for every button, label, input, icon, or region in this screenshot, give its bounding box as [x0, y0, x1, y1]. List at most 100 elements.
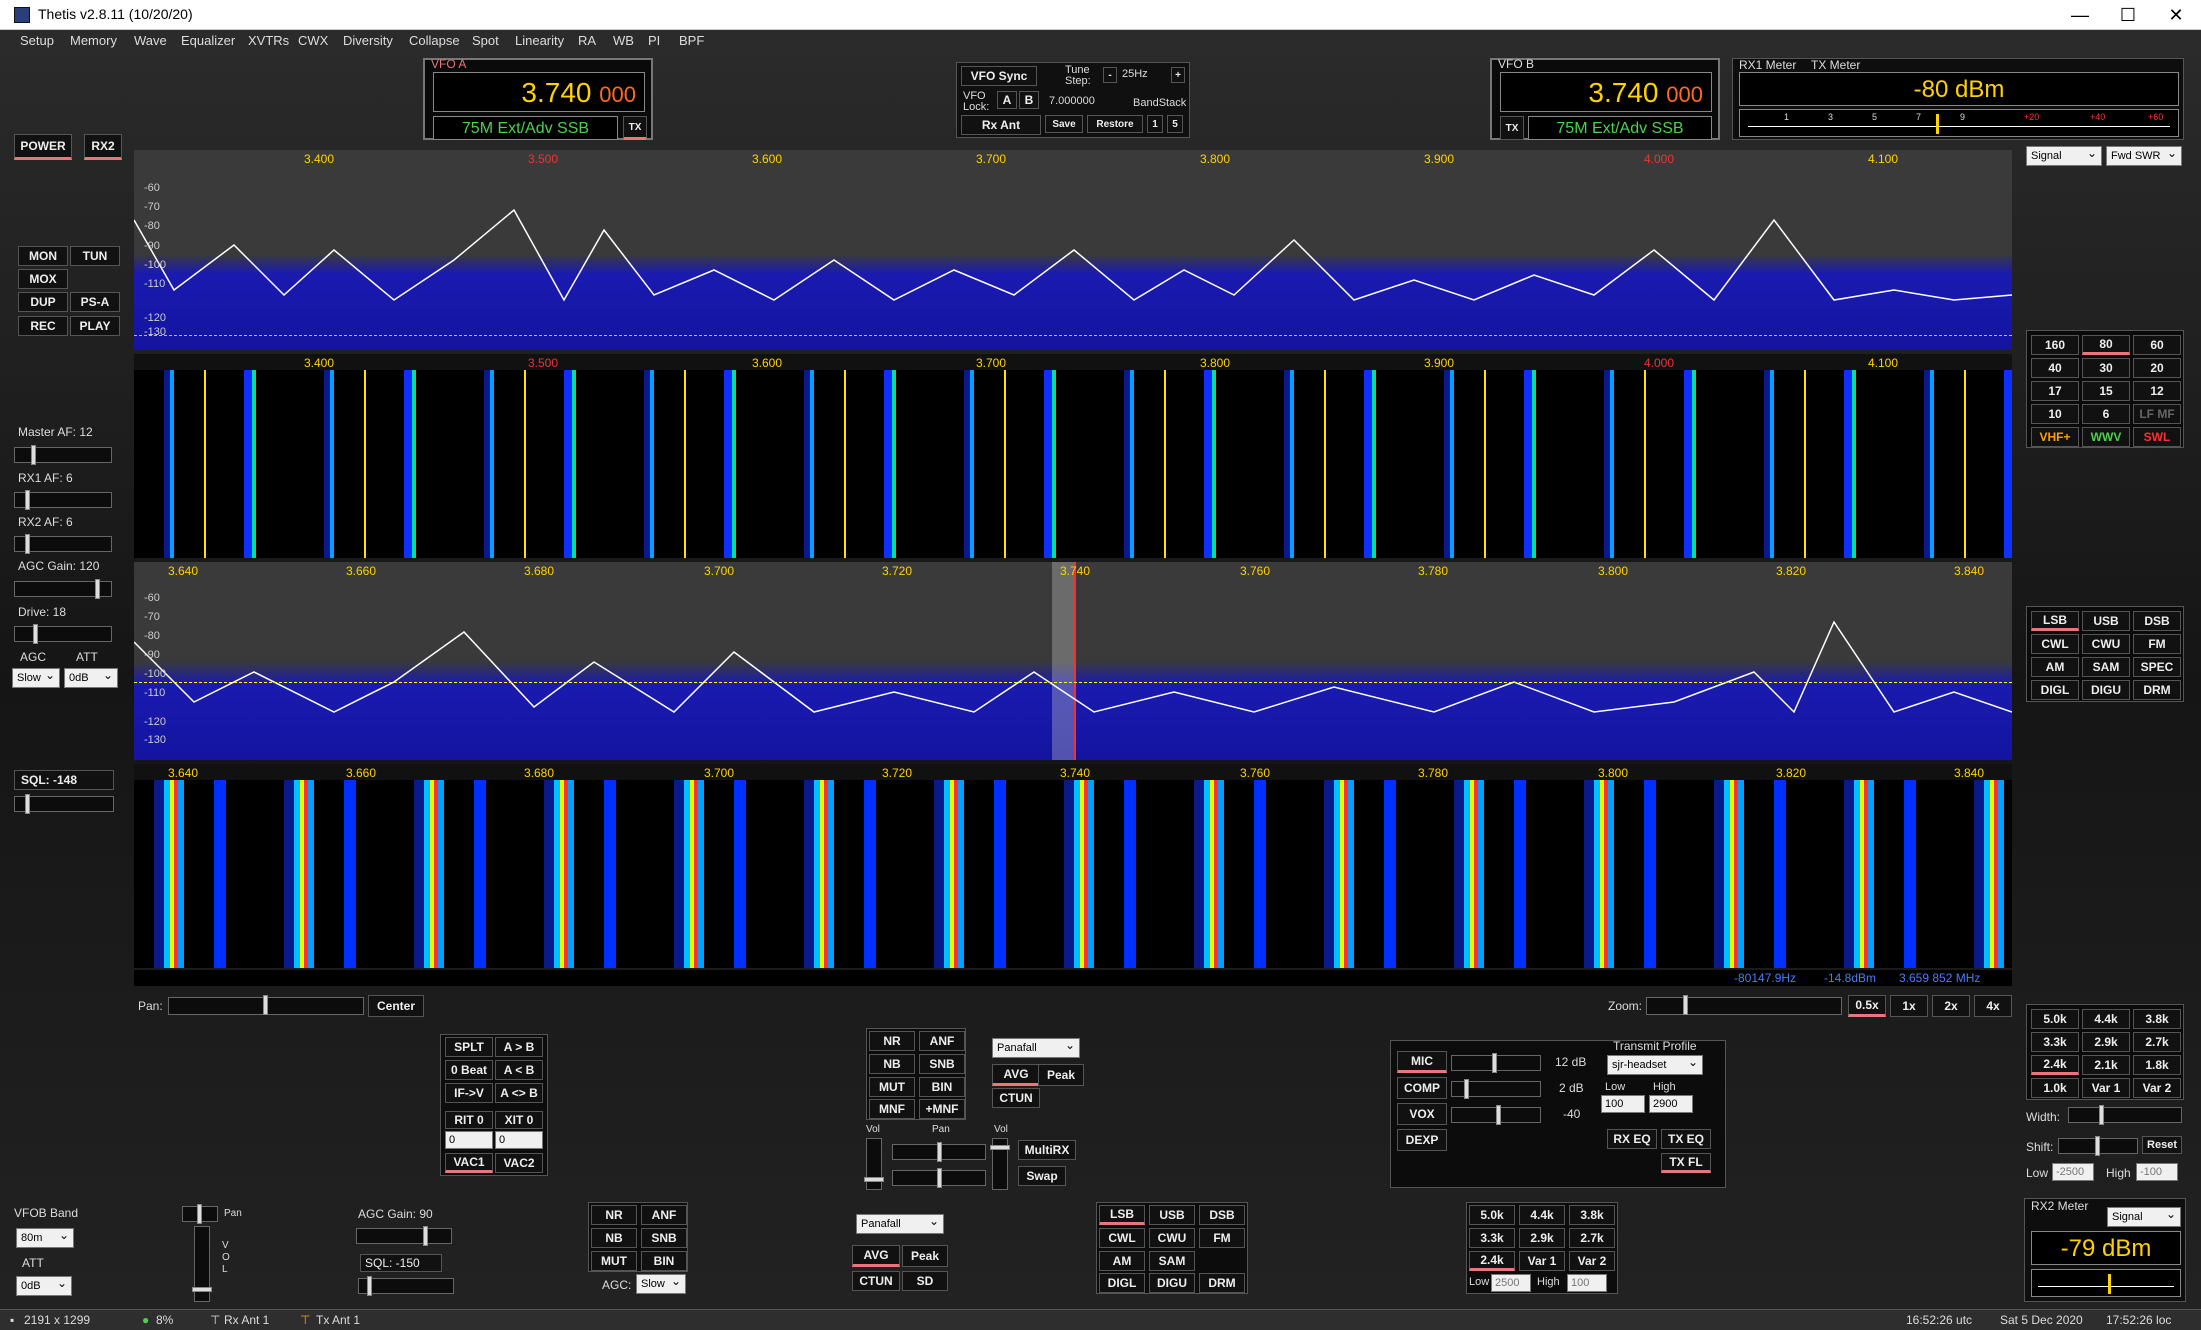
zoom-4x-button[interactable]: 4x — [1974, 995, 2012, 1017]
rx2-peak-button[interactable]: Peak — [902, 1245, 948, 1267]
rx2-vol-slider[interactable] — [192, 1226, 212, 1302]
rx2-low-spin[interactable]: 2500 — [1491, 1274, 1531, 1292]
comp-slider[interactable] — [1451, 1079, 1541, 1099]
if-to-v-button[interactable]: IF->V — [445, 1083, 493, 1103]
tune-step-minus[interactable]: - — [1103, 67, 1117, 83]
dexp-button[interactable]: DEXP — [1397, 1129, 1447, 1151]
menu-wave[interactable]: Wave — [134, 33, 167, 48]
filter-2-4k[interactable]: 2.4k — [2031, 1055, 2079, 1075]
rx1-peak-button[interactable]: Peak — [1038, 1064, 1084, 1086]
rx1-mnf-button[interactable]: MNF — [869, 1099, 915, 1119]
filter-2-7k[interactable]: 2.7k — [2133, 1032, 2181, 1052]
rx2-mode-dsb[interactable]: DSB — [1199, 1205, 1245, 1225]
filter-var2[interactable]: Var 2 — [2133, 1078, 2181, 1098]
rx2-nb-button[interactable]: NB — [591, 1228, 637, 1248]
rx1-nr-button[interactable]: NR — [869, 1031, 915, 1051]
band-20[interactable]: 20 — [2133, 358, 2181, 378]
rx2-att-select[interactable]: 0dB — [16, 1274, 72, 1296]
rec-button[interactable]: REC — [18, 316, 68, 336]
mode-cwl[interactable]: CWL — [2031, 634, 2079, 654]
mode-lsb[interactable]: LSB — [2031, 611, 2079, 631]
rx1-avg-button[interactable]: AVG — [992, 1064, 1040, 1086]
rx2-waterfall[interactable] — [134, 764, 2012, 968]
xit-button[interactable]: XIT 0 — [495, 1111, 543, 1129]
rx2-display-mode-select[interactable]: Panafall — [856, 1212, 944, 1234]
rx2-button[interactable]: RX2 — [84, 134, 122, 160]
swap-button[interactable]: Swap — [1018, 1166, 1066, 1186]
rx2-bin-button[interactable]: BIN — [641, 1251, 687, 1271]
rx2-mode-drm[interactable]: DRM — [1199, 1273, 1245, 1293]
rx1-display-mode-select[interactable]: Panafall — [992, 1036, 1080, 1058]
rx2-mode-digl[interactable]: DIGL — [1099, 1273, 1145, 1293]
rx2-filter-3-8k[interactable]: 3.8k — [1569, 1205, 1615, 1225]
rx2-avg-button[interactable]: AVG — [852, 1245, 900, 1267]
menu-collapse[interactable]: Collapse — [409, 33, 460, 48]
bandstack-1[interactable]: 1 — [1147, 115, 1163, 133]
rx2-mode-digu[interactable]: DIGU — [1149, 1273, 1195, 1293]
dup-button[interactable]: DUP — [18, 292, 68, 312]
width-high-spin[interactable]: -100 — [2136, 1163, 2178, 1181]
rx1-bin-button[interactable]: BIN — [919, 1077, 965, 1097]
rx-eq-button[interactable]: RX EQ — [1607, 1129, 1657, 1149]
mic-gain-slider[interactable] — [1451, 1053, 1541, 1073]
rx2-nr-button[interactable]: NR — [591, 1205, 637, 1225]
rx2-high-spin[interactable]: 100 — [1567, 1274, 1607, 1292]
vox-button[interactable]: VOX — [1397, 1103, 1447, 1125]
rx2-mut-button[interactable]: MUT — [591, 1251, 637, 1271]
vac2-button[interactable]: VAC2 — [495, 1153, 543, 1173]
rx2-mode-lsb[interactable]: LSB — [1099, 1205, 1145, 1225]
filter-var1[interactable]: Var 1 — [2082, 1078, 2130, 1098]
band-6[interactable]: 6 — [2082, 404, 2130, 424]
rx1-snb-button[interactable]: SNB — [919, 1054, 965, 1074]
menu-ra[interactable]: RA — [578, 33, 596, 48]
tx-fl-button[interactable]: TX FL — [1661, 1153, 1711, 1173]
multirx-button[interactable]: MultiRX — [1018, 1140, 1076, 1160]
bandstack-save-button[interactable]: Save — [1045, 115, 1083, 133]
menu-memory[interactable]: Memory — [70, 33, 117, 48]
rx1-panadapter[interactable] — [134, 150, 2012, 350]
rx2-sd-button[interactable]: SD — [902, 1271, 948, 1291]
split-button[interactable]: SPLT — [445, 1037, 493, 1057]
rx2-snb-button[interactable]: SNB — [641, 1228, 687, 1248]
a-swap-b-button[interactable]: A <> B — [495, 1083, 543, 1103]
vfo-b-tx-button[interactable]: TX — [1500, 116, 1524, 140]
rx2-filter-4-4k[interactable]: 4.4k — [1519, 1205, 1565, 1225]
rx1-ctun-button[interactable]: CTUN — [992, 1088, 1040, 1108]
mode-am[interactable]: AM — [2031, 657, 2079, 677]
xit-value[interactable]: 0 — [495, 1131, 543, 1149]
status-tx-ant[interactable]: Tx Ant 1 — [316, 1313, 360, 1327]
rx2-filter-var2[interactable]: Var 2 — [1569, 1251, 1615, 1271]
status-rx-ant[interactable]: Rx Ant 1 — [224, 1313, 269, 1327]
rx2-panadapter[interactable] — [134, 562, 2012, 760]
tx-eq-button[interactable]: TX EQ — [1661, 1129, 1711, 1149]
menu-cwx[interactable]: CWX — [298, 33, 328, 48]
band-vhf[interactable]: VHF+ — [2031, 427, 2079, 447]
tx-high-spin[interactable]: 2900 — [1649, 1095, 1693, 1113]
center-button[interactable]: Center — [368, 995, 424, 1017]
agc-mode-select[interactable]: Slow — [12, 666, 60, 688]
mode-sam[interactable]: SAM — [2082, 657, 2130, 677]
mox-button[interactable]: MOX — [18, 269, 68, 289]
vfo-a-tx-button[interactable]: TX — [623, 116, 647, 140]
play-button[interactable]: PLAY — [70, 316, 120, 336]
rx2-filter-2-9k[interactable]: 2.9k — [1519, 1228, 1565, 1248]
band-160[interactable]: 160 — [2031, 335, 2079, 355]
b-to-a-button[interactable]: A < B — [495, 1060, 543, 1080]
band-60[interactable]: 60 — [2133, 335, 2181, 355]
tun-button[interactable]: TUN — [70, 246, 120, 266]
agc-gain-slider[interactable] — [14, 579, 112, 599]
ps-a-button[interactable]: PS-A — [70, 292, 120, 312]
band-17[interactable]: 17 — [2031, 381, 2079, 401]
rx1-meter-select[interactable]: Signal — [2026, 144, 2102, 166]
bandstack-restore-button[interactable]: Restore — [1087, 115, 1143, 133]
vfob-band-select[interactable]: 80m — [16, 1226, 74, 1248]
mode-fm[interactable]: FM — [2133, 634, 2181, 654]
rx2-ctun-button[interactable]: CTUN — [852, 1271, 900, 1291]
width-slider[interactable] — [2068, 1105, 2182, 1125]
vox-slider[interactable] — [1451, 1105, 1541, 1125]
vfo-a-frequency[interactable]: 3.740 000 — [433, 72, 645, 112]
band-15[interactable]: 15 — [2082, 381, 2130, 401]
zoom-0-5x-button[interactable]: 0.5x — [1848, 995, 1886, 1017]
menu-bpf[interactable]: BPF — [679, 33, 704, 48]
menu-diversity[interactable]: Diversity — [343, 33, 393, 48]
